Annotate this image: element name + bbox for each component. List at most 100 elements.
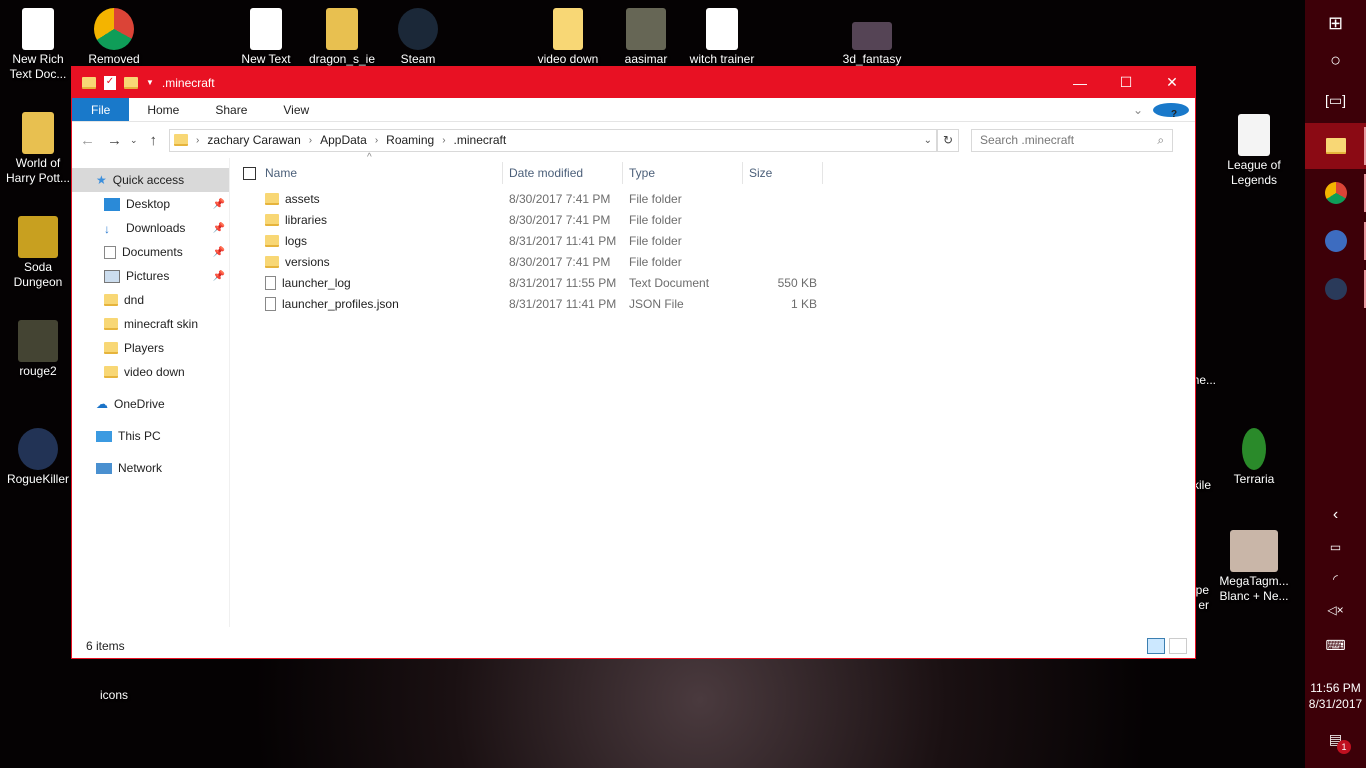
breadcrumb-item[interactable]: Roaming	[386, 133, 434, 147]
desktop-icon[interactable]: rouge2	[0, 320, 76, 379]
column-name[interactable]: Name	[259, 162, 503, 184]
folder-icon	[265, 255, 279, 268]
desktop-icon[interactable]: icons	[76, 688, 152, 703]
clock[interactable]: 11:56 PM 8/31/2017	[1305, 680, 1366, 712]
breadcrumb-item[interactable]: .minecraft	[454, 133, 507, 147]
chevron-left-icon: ‹	[1332, 506, 1339, 523]
sidebar-item-minecraft-skin[interactable]: minecraft skin	[72, 312, 229, 336]
sidebar-item-pictures[interactable]: Pictures 📌	[72, 264, 229, 288]
sidebar-item-documents[interactable]: Documents 📌	[72, 240, 229, 264]
chevron-down-icon[interactable]: ⌄	[924, 135, 932, 146]
tab-view[interactable]: View	[265, 98, 327, 121]
desktop-icon[interactable]: Steam	[380, 8, 456, 67]
roguekiller-icon	[1324, 278, 1347, 300]
breadcrumb-item[interactable]: zachary Carawan	[207, 133, 300, 147]
file-name: logs	[285, 233, 308, 248]
column-size[interactable]: Size	[743, 162, 823, 184]
close-button[interactable]: ✕	[1149, 67, 1195, 98]
file-row[interactable]: launcher_log 8/31/2017 11:55 PM Text Docum…	[243, 272, 1195, 293]
taskbar-app[interactable]	[1305, 218, 1366, 264]
file-row[interactable]: logs 8/31/2017 11:41 PM File folder	[243, 230, 1195, 251]
pin-icon: 📌	[212, 222, 225, 234]
wifi-icon: ◜	[1333, 572, 1338, 586]
sidebar-item-network[interactable]: Network	[72, 456, 229, 480]
desktop-icon[interactable]: Soda Dungeon	[0, 216, 76, 290]
task-view-icon: [▭]	[1324, 91, 1346, 108]
file-row[interactable]: launcher_profiles.json 8/31/2017 11:41 PM…	[243, 293, 1195, 314]
details-view-button[interactable]	[1147, 638, 1165, 654]
back-button[interactable]: ←	[80, 132, 95, 149]
taskbar-file-explorer[interactable]	[1305, 123, 1366, 169]
file-row[interactable]: libraries 8/30/2017 7:41 PM File folder	[243, 209, 1195, 230]
sidebar-item-dnd[interactable]: dnd	[72, 288, 229, 312]
taskbar: ⊞ ○ [▭] ‹ ▭ ◜ ◁× ⌨ ▤ 1	[1305, 0, 1366, 768]
refresh-button[interactable]: ↻	[937, 128, 960, 152]
sidebar-item-onedrive[interactable]: ☁ OneDrive	[72, 392, 229, 416]
taskbar-chrome[interactable]	[1305, 170, 1366, 216]
customize-toolbar-icon[interactable]: ▼	[146, 78, 154, 87]
document-icon	[265, 296, 276, 311]
breadcrumb-item[interactable]: AppData	[320, 133, 367, 147]
star-icon: ★	[96, 173, 107, 187]
sidebar-item-downloads[interactable]: ↓ Downloads 📌	[72, 216, 229, 240]
file-explorer-window: ✓ ▼ .minecraft — ☐ ✕ File Home Share Vie…	[71, 66, 1196, 659]
tab-file[interactable]: File	[72, 98, 130, 121]
properties-icon[interactable]: ✓	[104, 75, 116, 90]
sidebar-item-desktop[interactable]: Desktop 📌	[72, 192, 229, 216]
window-title: .minecraft	[161, 75, 215, 90]
sidebar-item-this-pc[interactable]: This PC	[72, 424, 229, 448]
desktop-icon[interactable]: MegaTagm... Blanc + Ne...	[1216, 530, 1292, 604]
file-row[interactable]: assets 8/30/2017 7:41 PM File folder	[243, 188, 1195, 209]
desktop-icon[interactable]: aasimar	[608, 8, 684, 67]
forward-button[interactable]: →	[107, 132, 122, 149]
breadcrumb[interactable]: › zachary Carawan › AppData › Roaming › .min…	[169, 128, 938, 152]
tab-share[interactable]: Share	[197, 98, 265, 121]
pictures-icon	[104, 269, 120, 283]
select-all-checkbox[interactable]	[243, 166, 256, 180]
file-name: libraries	[285, 212, 328, 227]
expand-ribbon-icon[interactable]: ⌄	[1133, 98, 1143, 122]
task-view-button[interactable]: [▭]	[1305, 77, 1366, 123]
keyboard-button[interactable]: ⌨	[1305, 622, 1366, 668]
desktop-icon[interactable]: RogueKiller	[0, 428, 76, 487]
minimize-button[interactable]: —	[1057, 67, 1103, 98]
desktop-icon[interactable]: video down	[530, 8, 606, 67]
sidebar-item-video-down[interactable]: video down	[72, 360, 229, 384]
folder-icon	[265, 213, 279, 226]
search-input[interactable]: Search .minecraft ⌕	[971, 128, 1174, 152]
column-headers: ^ Name Date modified Type Size	[243, 152, 1195, 188]
navigation-pane: ★ Quick access Desktop 📌 ↓ Downloads 📌 Docum…	[72, 158, 230, 627]
large-icons-view-button[interactable]	[1169, 638, 1187, 654]
file-date: 8/30/2017 7:41 PM	[509, 254, 611, 269]
help-icon[interactable]: ?	[1153, 102, 1189, 120]
desktop-icon[interactable]: League of Legends	[1216, 114, 1292, 188]
documents-icon	[104, 245, 116, 259]
file-name: assets	[285, 191, 320, 206]
sidebar-item-quick-access[interactable]: ★ Quick access	[72, 168, 229, 192]
desktop-icon[interactable]: Terraria	[1216, 428, 1292, 487]
file-type: JSON File	[629, 296, 684, 311]
desktop-icon[interactable]: Removed	[76, 8, 152, 67]
sidebar-item-players[interactable]: Players	[72, 336, 229, 360]
folder-icon	[104, 342, 118, 354]
volume-muted-icon: ◁×	[1327, 603, 1344, 617]
desktop-icon[interactable]: 3d_fantasy	[834, 8, 910, 67]
file-row[interactable]: versions 8/30/2017 7:41 PM File folder	[243, 251, 1195, 272]
desktop-icon[interactable]: dragon_s_ie	[304, 8, 380, 67]
desktop-icon[interactable]: New Text	[228, 8, 304, 67]
action-center-button[interactable]: ▤ 1	[1305, 716, 1366, 762]
new-folder-icon[interactable]	[124, 76, 138, 89]
column-date[interactable]: Date modified	[503, 162, 623, 184]
taskbar-roguekiller[interactable]	[1305, 266, 1366, 312]
recent-locations-icon[interactable]: ⌄	[130, 135, 138, 146]
windows-icon: ⊞	[1327, 12, 1344, 33]
maximize-button[interactable]: ☐	[1103, 67, 1149, 98]
up-button[interactable]: ↑	[150, 132, 158, 149]
column-type[interactable]: Type	[623, 162, 743, 184]
folder-icon	[174, 134, 189, 146]
desktop-icon[interactable]: witch trainer	[684, 8, 760, 67]
desktop-icon[interactable]: World of Harry Pott...	[0, 112, 76, 186]
tab-home[interactable]: Home	[129, 98, 197, 121]
desktop-icon[interactable]: New Rich Text Doc...	[0, 8, 76, 82]
file-date: 8/31/2017 11:41 PM	[509, 296, 617, 311]
